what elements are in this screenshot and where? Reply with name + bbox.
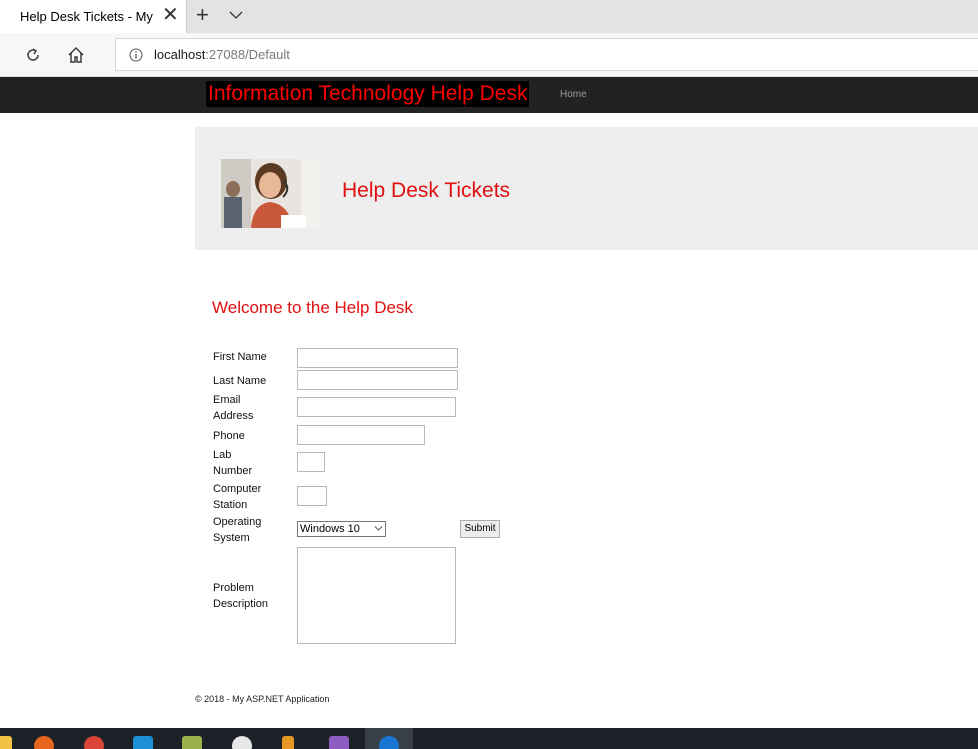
last-name-input[interactable] <box>297 370 458 390</box>
computer-station-input[interactable] <box>297 486 327 506</box>
file-explorer-icon[interactable] <box>0 736 12 749</box>
phone-input[interactable] <box>297 425 425 445</box>
browser-tab-bar: Help Desk Tickets - My ✕ + <box>0 0 978 33</box>
email-label: Email Address <box>213 394 254 422</box>
problem-description-textarea[interactable] <box>297 547 456 644</box>
email-input[interactable] <box>297 397 456 417</box>
chrome-icon[interactable] <box>84 736 104 749</box>
office-icon[interactable] <box>282 736 294 749</box>
browser-tab[interactable]: Help Desk Tickets - My ✕ <box>0 0 187 33</box>
first-name-input[interactable] <box>297 348 458 368</box>
footer-copyright: © 2018 - My ASP.NET Application <box>195 694 330 704</box>
notepad-icon[interactable] <box>182 736 202 749</box>
close-tab-icon[interactable]: ✕ <box>162 5 179 25</box>
teamviewer-icon[interactable] <box>133 736 153 749</box>
chevron-down-icon[interactable] <box>229 8 243 22</box>
last-name-label: Last Name <box>213 375 267 387</box>
phone-label: Phone <box>213 430 245 442</box>
url-text: localhost:27088/Default <box>154 47 290 62</box>
info-icon[interactable] <box>129 48 143 62</box>
firefox-icon[interactable] <box>34 736 54 749</box>
operating-system-label: Operating System <box>213 516 262 544</box>
submit-button[interactable]: Submit <box>460 520 500 538</box>
first-name-label: First Name <box>213 351 267 363</box>
visual-studio-icon[interactable] <box>329 736 349 749</box>
tab-title: Help Desk Tickets - My <box>20 9 153 24</box>
welcome-heading: Welcome to the Help Desk <box>212 298 413 317</box>
edge-icon[interactable] <box>379 736 399 749</box>
lab-number-input[interactable] <box>297 452 325 472</box>
paint-icon[interactable] <box>232 736 252 749</box>
operating-system-value: Windows 10 <box>300 523 360 535</box>
jumbotron-title: Help Desk Tickets <box>342 179 511 202</box>
address-bar[interactable]: localhost:27088/Default <box>115 38 978 71</box>
site-brand[interactable]: Information Technology Help Desk <box>206 81 530 107</box>
home-icon[interactable] <box>67 46 85 64</box>
operating-system-select[interactable]: Windows 10 <box>297 521 386 537</box>
new-tab-icon[interactable]: + <box>196 4 209 26</box>
help-desk-agent-photo <box>221 159 320 228</box>
computer-station-label: Computer Station <box>213 483 262 511</box>
os-taskbar <box>0 728 978 749</box>
nav-link-home[interactable]: Home <box>560 89 587 100</box>
lab-number-label: Lab Number <box>213 449 253 477</box>
refresh-icon[interactable] <box>24 46 42 64</box>
problem-description-label: Problem Description <box>213 582 269 610</box>
chevron-down-icon <box>374 526 383 531</box>
